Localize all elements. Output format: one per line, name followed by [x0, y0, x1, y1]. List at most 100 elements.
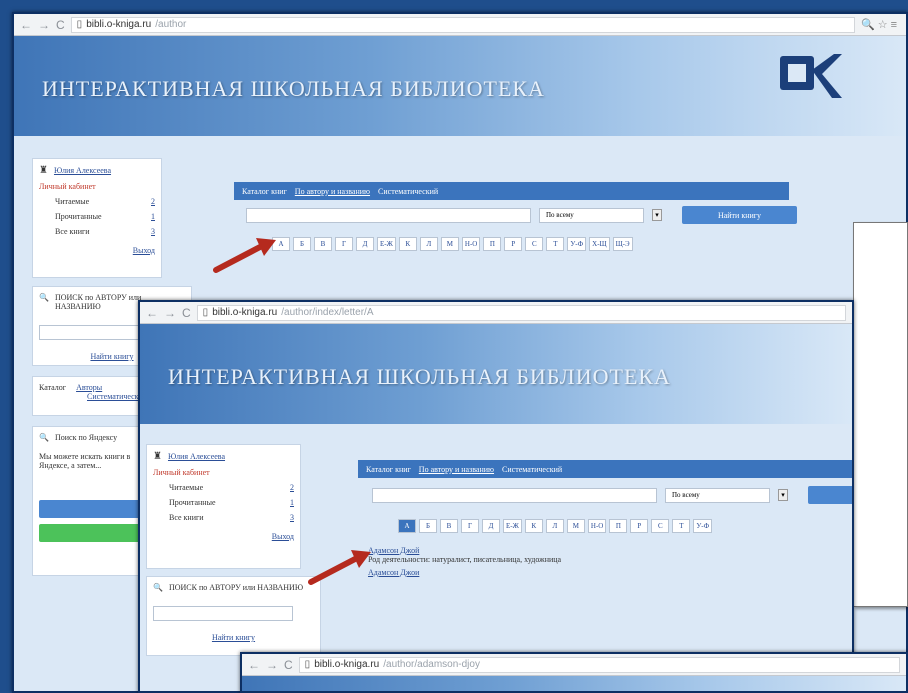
letter-button[interactable]: К: [398, 237, 417, 251]
letter-button[interactable]: Щ-Э: [612, 237, 633, 251]
item-count: 1: [290, 498, 294, 507]
forward-icon[interactable]: →: [266, 658, 278, 672]
find-book-button[interactable]: Найти книгу: [682, 206, 797, 224]
list-item[interactable]: Прочитанные 1: [55, 212, 155, 221]
alphabet-bar: А Б В Г Д Е-Ж К Л М Н-О П Р С Т У-Ф: [398, 519, 713, 533]
letter-button[interactable]: Д: [482, 519, 500, 533]
letter-button[interactable]: А: [398, 519, 416, 533]
page-icon: ▯: [304, 659, 311, 670]
letter-button[interactable]: Т: [672, 519, 691, 533]
tab-author-title[interactable]: По автору и названию: [295, 187, 370, 196]
browser-toolbar: ← → C ▯ bibli.o-kniga.ru/author/adamson-…: [242, 654, 906, 676]
site-banner: ИНТЕРАКТИВНАЯ ШКОЛЬНАЯ БИБЛИОТЕКА: [14, 36, 906, 136]
blank-panel: [853, 222, 908, 607]
select-value: По всему: [546, 211, 574, 219]
address-bar[interactable]: ▯ bibli.o-kniga.ru/author/index/letter/A: [196, 304, 846, 321]
find-book-button[interactable]: [808, 486, 852, 504]
user-icon: ♜: [39, 165, 48, 176]
item-label: Все книги: [55, 227, 90, 236]
user-icon: ♜: [153, 451, 162, 462]
main-search-input[interactable]: [246, 207, 531, 223]
tab-systematic[interactable]: Систематический: [502, 465, 562, 474]
select-value: По всему: [672, 491, 700, 499]
letter-button[interactable]: К: [524, 519, 543, 533]
logout-link[interactable]: Выход: [39, 246, 155, 255]
letter-button[interactable]: Л: [545, 519, 564, 533]
browser-window-3: ← → C ▯ bibli.o-kniga.ru/author/adamson-…: [240, 652, 908, 693]
tab-systematic[interactable]: Систематический: [378, 187, 438, 196]
letter-button[interactable]: С: [651, 519, 670, 533]
letter-button[interactable]: М: [440, 237, 459, 251]
letter-button[interactable]: Л: [419, 237, 438, 251]
list-item[interactable]: Читаемые 2: [169, 483, 294, 492]
item-label: Читаемые: [169, 483, 204, 492]
letter-button[interactable]: Р: [630, 519, 649, 533]
letter-button[interactable]: Н-О: [587, 519, 607, 533]
letter-button[interactable]: Б: [419, 519, 437, 533]
list-item[interactable]: Прочитанные 1: [169, 498, 294, 507]
letter-button[interactable]: Н-О: [461, 237, 481, 251]
search-scope-select[interactable]: По всему: [665, 487, 770, 503]
cabinet-label: Личный кабинет: [153, 468, 210, 477]
list-item[interactable]: Все книги 3: [55, 227, 155, 236]
letter-button[interactable]: Х-Щ: [589, 237, 610, 251]
letter-button[interactable]: В: [314, 237, 332, 251]
search-row: По всему ▾ Найти книгу: [246, 206, 797, 224]
sidebar-search-input[interactable]: [153, 606, 293, 621]
author-link[interactable]: Адамсон Джои: [368, 568, 561, 577]
letter-button[interactable]: Г: [461, 519, 479, 533]
letter-button[interactable]: С: [525, 237, 544, 251]
search-icon: 🔍: [39, 293, 49, 302]
letter-button[interactable]: Г: [335, 237, 353, 251]
tab-author-title[interactable]: По автору и названию: [419, 465, 494, 474]
username-link[interactable]: Юлия Алексеева: [54, 166, 111, 175]
forward-icon[interactable]: →: [38, 18, 50, 32]
item-count: 2: [151, 197, 155, 206]
tab-catalog[interactable]: Каталог книг: [366, 465, 411, 474]
back-icon[interactable]: ←: [146, 306, 158, 320]
chevron-down-icon[interactable]: ▾: [652, 209, 662, 221]
letter-button[interactable]: Б: [293, 237, 311, 251]
letter-button[interactable]: Т: [546, 237, 565, 251]
ok-logo-icon: [780, 54, 842, 98]
site-title: ИНТЕРАКТИВНАЯ ШКОЛЬНАЯ БИБЛИОТЕКА: [168, 364, 671, 389]
forward-icon[interactable]: →: [164, 306, 176, 320]
search-scope-select[interactable]: По всему: [539, 207, 644, 223]
sidebar-find-button[interactable]: Найти книгу: [153, 633, 314, 642]
letter-button[interactable]: М: [566, 519, 585, 533]
letter-button[interactable]: У-Ф: [693, 519, 713, 533]
letter-button[interactable]: В: [440, 519, 458, 533]
list-item[interactable]: Читаемые 2: [55, 197, 155, 206]
item-label: Прочитанные: [55, 212, 102, 221]
author-link[interactable]: Адамсон Джой: [368, 546, 561, 555]
logout-link[interactable]: Выход: [153, 532, 294, 541]
list-item[interactable]: Все книги 3: [169, 513, 294, 522]
back-icon[interactable]: ←: [20, 18, 32, 32]
authors-link[interactable]: Авторы: [76, 383, 102, 392]
search-icon: 🔍: [39, 433, 49, 442]
reload-icon[interactable]: C: [284, 658, 293, 672]
red-arrow-icon: [213, 238, 276, 273]
letter-button[interactable]: П: [483, 237, 502, 251]
letter-button[interactable]: У-Ф: [567, 237, 587, 251]
main-search-input[interactable]: [372, 487, 657, 503]
letter-button[interactable]: Е-Ж: [377, 237, 396, 251]
letter-button[interactable]: П: [609, 519, 628, 533]
star-icon[interactable]: 🔍☆≡: [861, 18, 900, 31]
search-tabs: Каталог книг По автору и названию Систем…: [234, 182, 789, 200]
reload-icon[interactable]: C: [182, 306, 191, 320]
letter-button[interactable]: Р: [504, 237, 523, 251]
browser-toolbar: ← → C ▯ bibli.o-kniga.ru/author/index/le…: [140, 302, 852, 324]
chevron-down-icon[interactable]: ▾: [778, 489, 788, 501]
search-tabs: Каталог книг По автору и названию Систем…: [358, 460, 852, 478]
back-icon[interactable]: ←: [248, 658, 260, 672]
letter-button[interactable]: Д: [356, 237, 374, 251]
user-box: ♜ Юлия Алексеева Личный кабинет Читаемые…: [146, 444, 301, 569]
reload-icon[interactable]: C: [56, 18, 65, 32]
username-link[interactable]: Юлия Алексеева: [168, 452, 225, 461]
address-bar[interactable]: ▯ bibli.o-kniga.ru/author/adamson-djoy: [298, 656, 900, 673]
catalog-label: Каталог: [39, 383, 67, 392]
letter-button[interactable]: Е-Ж: [503, 519, 522, 533]
tab-catalog[interactable]: Каталог книг: [242, 187, 287, 196]
address-bar[interactable]: ▯ bibli.o-kniga.ru/author: [70, 16, 856, 33]
